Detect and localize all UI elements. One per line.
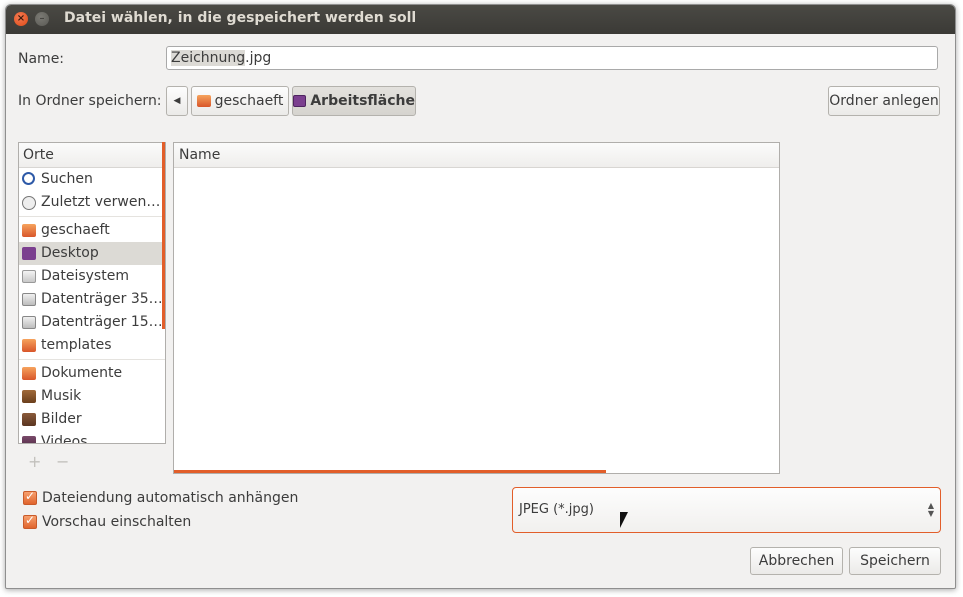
path-segment-arbeitsflaeche[interactable]: Arbeitsfläche [292,86,416,116]
place-label: Zuletzt verwen… [41,194,161,210]
drive-icon [22,270,36,283]
places-header: Orte [19,143,165,168]
file-list: Name [173,142,780,474]
combo-arrows-icon: ▲ ▼ [927,501,934,518]
checkbox-checked-icon [23,489,37,505]
place-geschaeft[interactable]: geschaeft [19,219,165,242]
clock-icon [22,196,36,210]
folder-icon [196,95,211,107]
place-label: Datenträger 15… [41,314,163,330]
filename-selected-text: Zeichnung [171,50,246,66]
place-label: geschaeft [41,222,110,238]
append-extension-checkbox[interactable]: Dateiendung automatisch anhängen [23,489,299,506]
name-label: Name: [18,51,65,67]
pictures-icon [22,413,36,426]
save-button[interactable]: Speichern [849,547,941,575]
close-window-button[interactable]: × [14,12,28,26]
place-label: Desktop [41,245,99,261]
cancel-button[interactable]: Abbrechen [750,547,843,575]
checkbox-checked-icon [23,513,37,529]
desktop-icon [22,247,36,260]
place-videos[interactable]: Videos [19,431,165,444]
filename-extension: .jpg [245,50,272,66]
place-search[interactable]: Suchen [19,168,165,191]
desktop-icon [293,95,307,107]
place-documents[interactable]: Dokumente [19,362,165,385]
documents-icon [22,367,36,380]
places-separator [19,359,165,360]
mouse-pointer-icon [620,512,628,528]
place-recent[interactable]: Zuletzt verwen… [19,191,165,214]
title-bar: × – Datei wählen, in die gespeichert wer… [6,5,955,34]
place-label: Suchen [41,171,93,187]
place-label: Bilder [41,411,82,427]
places-sidebar: Orte Suchen Zuletzt verwen… geschaeft De… [18,142,166,444]
filename-input[interactable]: Zeichnung.jpg [166,46,938,70]
create-folder-button[interactable]: Ordner anlegen [828,86,940,116]
place-templates[interactable]: templates [19,334,165,357]
place-volume-35[interactable]: Datenträger 35… [19,288,165,311]
save-dialog: × – Datei wählen, in die gespeichert wer… [5,4,956,589]
places-scrollbar[interactable] [162,142,165,329]
file-type-filter-select[interactable]: JPEG (*.jpg) ▲ ▼ [512,487,941,533]
name-column-header[interactable]: Name [174,143,779,168]
remove-place-button[interactable]: − [56,452,69,471]
enable-preview-label: Vorschau einschalten [42,514,192,530]
path-segment-geschaeft[interactable]: geschaeft [191,86,289,116]
videos-icon [22,436,36,443]
place-label: Dateisystem [41,268,129,284]
places-separator [19,216,165,217]
usb-drive-icon [22,293,36,306]
place-label: templates [41,337,112,353]
place-label: Dokumente [41,365,123,381]
window-title: Datei wählen, in die gespeichert werden … [64,10,417,26]
file-list-scrollbar[interactable] [174,470,606,473]
minimize-window-button[interactable]: – [35,12,49,26]
folder-icon [22,339,36,352]
enable-preview-checkbox[interactable]: Vorschau einschalten [23,513,192,530]
append-extension-label: Dateiendung automatisch anhängen [42,490,299,506]
place-volume-15[interactable]: Datenträger 15… [19,311,165,334]
place-label: Datenträger 35… [41,291,163,307]
add-place-button[interactable]: + [28,452,41,471]
place-pictures[interactable]: Bilder [19,408,165,431]
place-desktop[interactable]: Desktop [19,242,165,265]
file-type-filter-value: JPEG (*.jpg) [519,502,594,517]
place-label: Videos [41,434,88,444]
music-icon [22,390,36,403]
path-segment-label: geschaeft [214,93,284,109]
place-filesystem[interactable]: Dateisystem [19,265,165,288]
path-scroll-left-button[interactable]: ◀ [166,86,188,116]
search-icon [22,172,35,185]
place-music[interactable]: Musik [19,385,165,408]
save-in-folder-label: In Ordner speichern: [18,93,162,109]
place-label: Musik [41,388,82,404]
usb-drive-icon [22,316,36,329]
folder-icon [22,224,36,237]
path-segment-label: Arbeitsfläche [310,93,415,109]
